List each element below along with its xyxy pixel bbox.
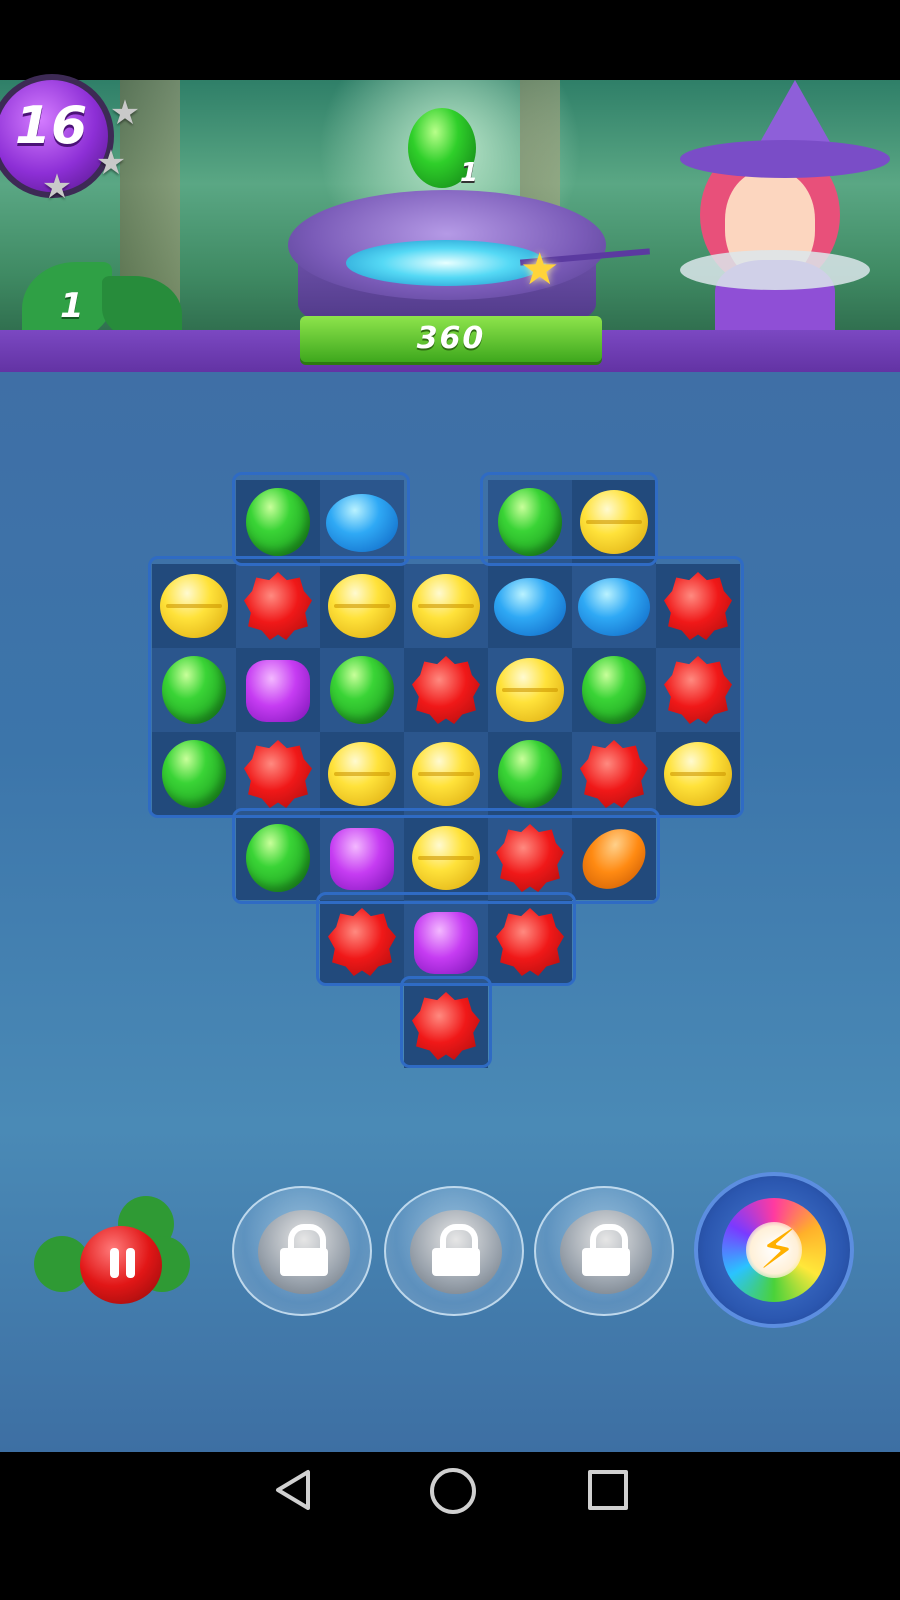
board-cell[interactable] [404,564,488,648]
score-value: 360 [416,321,486,356]
board-cell[interactable] [152,648,236,732]
red-candy[interactable] [496,908,564,976]
board-cell[interactable] [572,564,656,648]
board-cell[interactable] [656,648,740,732]
yellow-candy[interactable] [664,742,732,806]
board-cell[interactable] [488,732,572,816]
purple-candy[interactable] [246,660,310,722]
rainbow-booster-button[interactable]: ⚡ [694,1172,854,1328]
board-cell[interactable] [488,900,572,984]
recents-square-icon[interactable] [588,1470,628,1510]
star-icon: ★ [95,143,127,183]
board-cell[interactable] [320,480,404,564]
board-cell[interactable] [152,564,236,648]
board-cell[interactable] [656,732,740,816]
red-candy[interactable] [244,740,312,808]
board-cell[interactable] [488,480,572,564]
red-candy[interactable] [580,740,648,808]
board-cell[interactable] [572,732,656,816]
locked-booster-slot-3[interactable] [534,1186,674,1316]
board-cell[interactable] [320,648,404,732]
green-candy[interactable] [162,656,226,724]
green-candy[interactable] [246,488,310,556]
star-icon: ★ [41,167,73,207]
board-cell[interactable] [404,900,488,984]
board-cell[interactable] [488,648,572,732]
board-cell[interactable] [404,732,488,816]
board-cell[interactable] [236,480,320,564]
home-circle-icon[interactable] [430,1468,476,1514]
board-cell[interactable] [488,816,572,900]
pause-icon [104,1248,138,1282]
yellow-candy[interactable] [160,574,228,638]
board-cell[interactable] [320,816,404,900]
witch-character [660,80,890,340]
board-cell[interactable] [572,816,656,902]
purple-candy[interactable] [414,912,478,974]
lock-icon [432,1224,480,1278]
locked-booster-slot-2[interactable] [384,1186,524,1316]
lock-icon [280,1224,328,1278]
leaf-goal-count: 1 [60,286,84,326]
board-cell[interactable] [236,816,320,900]
green-candy[interactable] [246,824,310,892]
red-candy[interactable] [328,908,396,976]
yellow-candy[interactable] [412,574,480,638]
board-cell[interactable] [320,732,404,816]
board-cell[interactable] [236,732,320,816]
purple-candy[interactable] [330,828,394,890]
yellow-candy[interactable] [328,574,396,638]
board-cell[interactable] [572,480,656,564]
board-cell[interactable] [236,648,320,732]
score-bar: 360 [300,316,602,362]
red-candy[interactable] [412,992,480,1060]
locked-booster-slot-1[interactable] [232,1186,372,1316]
yellow-candy[interactable] [412,742,480,806]
green-candy[interactable] [498,740,562,808]
red-candy[interactable] [664,572,732,640]
red-candy[interactable] [244,572,312,640]
board-cell[interactable] [656,564,740,648]
star-icon: ★ [109,93,141,133]
back-triangle-icon[interactable] [272,1468,316,1512]
yellow-candy[interactable] [412,826,480,890]
orange-candy[interactable] [573,816,655,902]
green-candy[interactable] [162,740,226,808]
red-candy[interactable] [664,656,732,724]
wand-star-icon: ★ [520,244,560,295]
green-candy[interactable] [582,656,646,724]
board-cell[interactable] [236,564,320,648]
board-cell[interactable] [320,564,404,648]
board-cell[interactable] [320,900,404,984]
candy-goal-count: 1 [460,158,479,188]
status-bar [0,0,900,80]
blue-candy[interactable] [494,578,566,636]
lock-icon [582,1224,630,1278]
yellow-candy[interactable] [496,658,564,722]
lightning-bolt-icon: ⚡ [759,1218,797,1281]
yellow-candy[interactable] [328,742,396,806]
board-cell[interactable] [404,984,488,1068]
red-candy[interactable] [412,656,480,724]
board-cell[interactable] [152,732,236,816]
level-number: 16 [14,96,88,156]
red-candy[interactable] [496,824,564,892]
pause-button[interactable] [34,1196,190,1306]
board-cell[interactable] [572,648,656,732]
potion-swirl [346,240,546,286]
green-candy[interactable] [330,656,394,724]
yellow-candy[interactable] [580,490,648,554]
board-cell[interactable] [404,816,488,900]
blue-candy[interactable] [578,578,650,636]
level-badge: 16 ★ ★ ★ [0,74,140,207]
green-candy[interactable] [498,488,562,556]
blue-candy[interactable] [326,494,398,552]
board-cell[interactable] [404,648,488,732]
board-cell[interactable] [488,564,572,648]
